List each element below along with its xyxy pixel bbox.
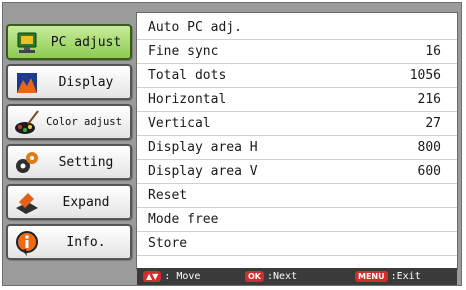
sidebar-item-label: Display: [58, 74, 114, 90]
footer-exit-hint: MENU :Exit: [355, 271, 421, 282]
menu-row-label: Display area V: [148, 164, 258, 179]
menu-row-value: 800: [417, 140, 441, 155]
pc-adjust-icon: [17, 32, 37, 53]
menu-row-label: Display area H: [148, 140, 258, 155]
menu-row-reset[interactable]: Reset: [137, 184, 457, 208]
menu-row-fine-sync[interactable]: Fine sync 16: [137, 40, 457, 64]
pc-adjust-panel: Auto PC adj. Fine sync 16 Total dots 105…: [136, 12, 458, 270]
menu-key-icon: MENU: [355, 271, 388, 282]
sidebar-item-label: Setting: [58, 154, 114, 170]
ok-key-icon: OK: [245, 271, 264, 282]
menu-row-value: 27: [425, 116, 441, 131]
menu-row-total-dots[interactable]: Total dots 1056: [137, 64, 457, 88]
menu-row-label: Vertical: [148, 116, 211, 131]
footer-move-label: : Move: [164, 271, 201, 282]
sidebar-item-label: Color adjust: [46, 116, 122, 128]
display-icon: [17, 73, 37, 93]
sidebar-item-label: Expand: [62, 194, 110, 210]
color-adjust-icon: [15, 110, 39, 134]
menu-row-vertical[interactable]: Vertical 27: [137, 112, 457, 136]
footer-next-label: :Next: [267, 271, 298, 282]
sidebar-item-color-adjust[interactable]: Color adjust: [6, 104, 132, 140]
footer-exit-label: :Exit: [390, 271, 421, 282]
menu-row-horizontal[interactable]: Horizontal 216: [137, 88, 457, 112]
sidebar-item-display[interactable]: Display: [6, 64, 132, 100]
menu-row-label: Reset: [148, 188, 188, 203]
menu-row-value: 216: [417, 92, 441, 107]
sidebar-item-pc-adjust[interactable]: PC adjust: [6, 24, 132, 60]
menu-row-value: 600: [417, 164, 441, 179]
sidebar-item-label: Info.: [66, 234, 106, 250]
footer-move-hint: ▲▼ : Move: [143, 271, 200, 282]
expand-icon: [16, 193, 38, 214]
menu-row-label: Horizontal: [148, 92, 227, 107]
sidebar-item-label: PC adjust: [50, 34, 122, 50]
menu-row-value: 1056: [409, 68, 441, 83]
sidebar-item-info[interactable]: Info.: [6, 224, 132, 260]
menu-row-auto-pc-adj[interactable]: Auto PC adj.: [137, 16, 457, 40]
menu-row-mode-free[interactable]: Mode free: [137, 208, 457, 232]
setting-icon: [16, 152, 38, 173]
menu-row-store[interactable]: Store: [137, 232, 457, 256]
sidebar: PC adjust Display Color adjust Setting E…: [6, 20, 134, 260]
menu-row-label: Auto PC adj.: [148, 20, 242, 35]
menu-row-label: Total dots: [148, 68, 227, 83]
menu-row-label: Fine sync: [148, 44, 219, 59]
menu-row-label: Mode free: [148, 212, 219, 227]
sidebar-item-setting[interactable]: Setting: [6, 144, 132, 180]
footer-help-bar: ▲▼ : Move OK :Next MENU :Exit: [137, 268, 457, 285]
footer-next-hint: OK :Next: [245, 271, 297, 282]
menu-row-label: Store: [148, 236, 188, 251]
menu-row-value: 16: [425, 44, 441, 59]
arrow-keys-icon: ▲▼: [143, 271, 162, 282]
info-icon: [16, 231, 38, 256]
sidebar-item-expand[interactable]: Expand: [6, 184, 132, 220]
menu-row-display-area-h[interactable]: Display area H 800: [137, 136, 457, 160]
menu-row-display-area-v[interactable]: Display area V 600: [137, 160, 457, 184]
